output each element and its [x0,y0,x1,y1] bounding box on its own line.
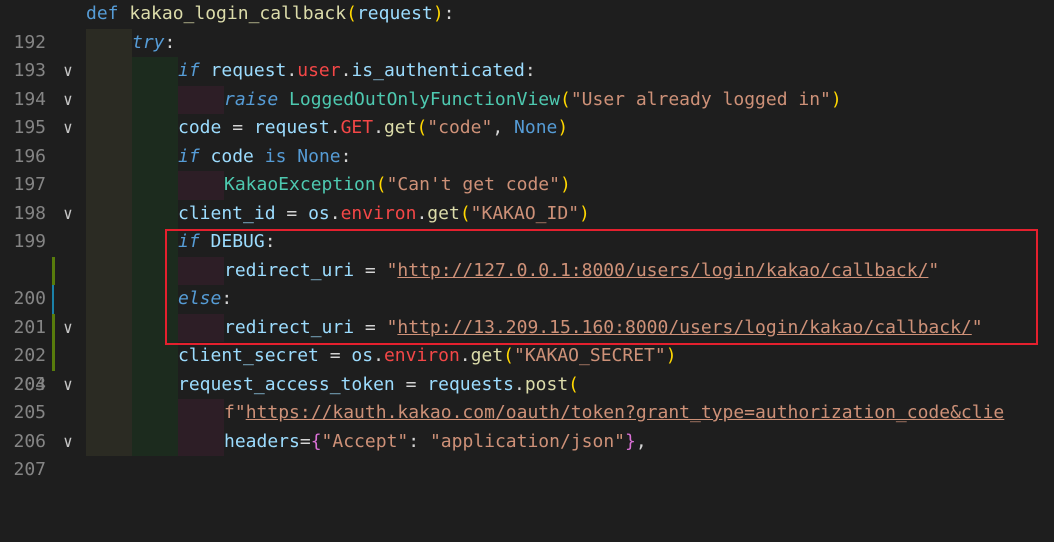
code-line[interactable]: 204 client_secret = os.environ.get("KAKA… [0,342,1054,395]
code-line[interactable]: 192 ∨ def kakao_login_callback(request): [0,0,1054,80]
code-line[interactable]: 205 ∨ request_access_token = requests.po… [0,370,1054,451]
code-line[interactable]: 207 headers={"Accept": "application/json… [0,427,1054,480]
keyword: def [86,3,119,24]
code-line[interactable]: 200 ∨ if DEBUG: [0,228,1054,337]
line-number: 207 [13,459,46,480]
code-line[interactable]: 197 ∨ if code is None: [0,142,1054,223]
url-link[interactable]: https://kauth.kakao.com/oauth/token?gran… [246,402,1005,423]
code-editor[interactable]: 192 ∨ def kakao_login_callback(request):… [0,0,1054,480]
function-name: kakao_login_callback [129,3,347,24]
code-line[interactable]: 203 redirect_uri = "http://13.209.15.160… [0,313,1054,395]
code-line[interactable]: 196 code = request.GET.get("code", None) [0,114,1054,167]
code-line[interactable]: 195 raise LoggedOutOnlyFunctionView("Use… [0,85,1054,138]
code-line[interactable]: 201 redirect_uri = "http://127.0.0.1:800… [0,256,1054,338]
code-line[interactable]: 202 ∨ else: [0,285,1054,394]
url-link[interactable]: http://13.209.15.160:8000/users/login/ka… [397,317,971,338]
code-line[interactable]: 198 KakaoException("Can't get code") [0,171,1054,224]
code-line[interactable]: 194 ∨ if request.user.is_authenticated: [0,57,1054,137]
code-line[interactable]: 206 f"https://kauth.kakao.com/oauth/toke… [0,399,1054,452]
url-link[interactable]: http://127.0.0.1:8000/users/login/kakao/… [397,260,928,281]
code-line[interactable]: 193 ∨ try: [0,28,1054,109]
code-line[interactable]: 199 client_id = os.environ.get("KAKAO_ID… [0,199,1054,252]
